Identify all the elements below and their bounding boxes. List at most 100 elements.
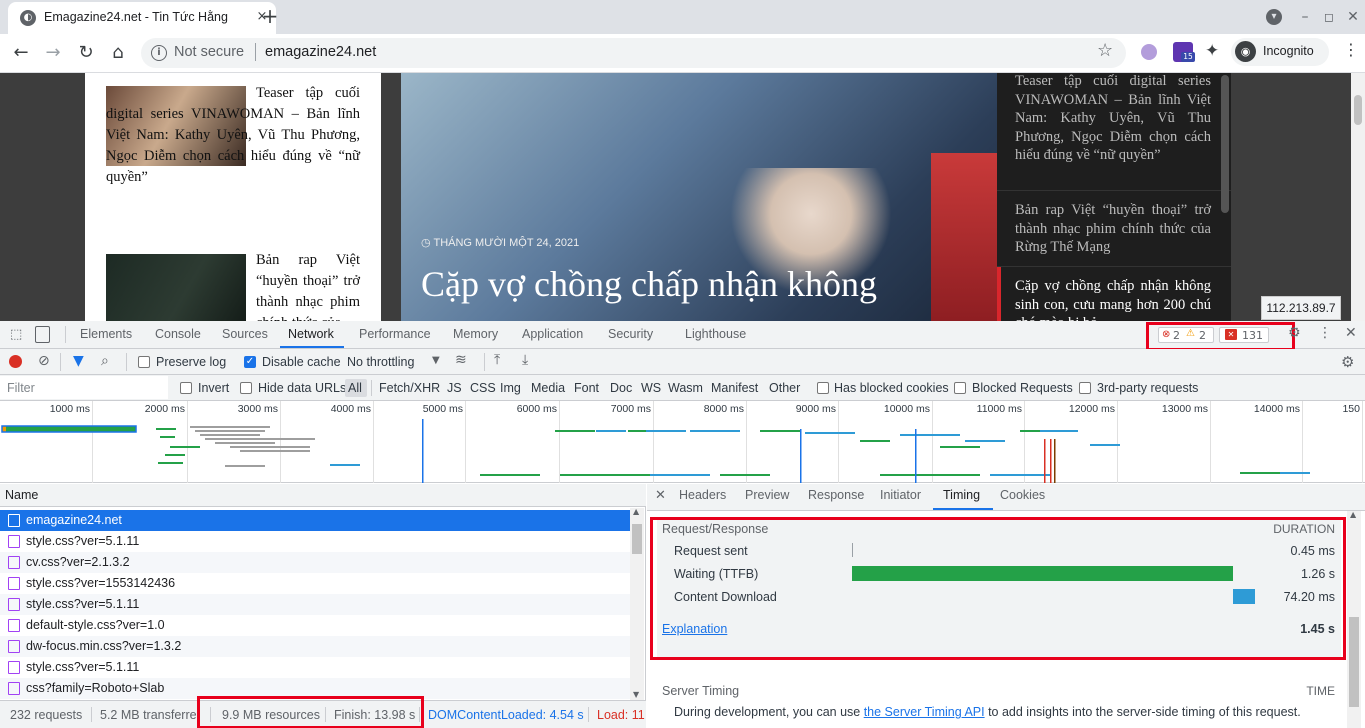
disable-cache-label[interactable]: Disable cache: [262, 355, 341, 369]
hero-title[interactable]: Cặp vợ chồng chấp nhận không: [421, 263, 981, 305]
filter-funnel-icon[interactable]: ▼: [73, 353, 84, 369]
address-bar[interactable]: i Not secure emagazine24.net ☆: [141, 38, 1126, 68]
filter-input[interactable]: Filter: [0, 376, 168, 399]
record-icon[interactable]: [9, 355, 22, 368]
type-filter-ws[interactable]: WS: [641, 381, 661, 395]
detail-tab-preview[interactable]: Preview: [745, 488, 789, 502]
hide-data-urls-label[interactable]: Hide data URLs: [258, 381, 346, 395]
hide-data-urls-checkbox[interactable]: [240, 382, 252, 394]
info-icon[interactable]: i: [151, 45, 167, 61]
side-article[interactable]: Bản rap Việt “huyền thoại” trở thành nhạ…: [1015, 201, 1211, 257]
page-scroll-thumb[interactable]: [1354, 95, 1362, 125]
url-text[interactable]: emagazine24.net: [265, 44, 376, 60]
type-filter-manifest[interactable]: Manifest: [711, 381, 758, 395]
import-har-icon[interactable]: ⤒: [494, 352, 500, 368]
request-row[interactable]: default-style.css?ver=1.0: [0, 615, 630, 636]
devtools-tab-memory[interactable]: Memory: [453, 327, 498, 341]
blocked-requests-checkbox[interactable]: [954, 382, 966, 394]
scroll-thumb[interactable]: [632, 524, 642, 554]
request-row[interactable]: style.css?ver=5.1.11: [0, 657, 630, 678]
name-column-header[interactable]: Name: [0, 484, 646, 507]
type-filter-js[interactable]: JS: [447, 381, 462, 395]
request-row[interactable]: cv.css?ver=2.1.3.2: [0, 552, 630, 573]
scroll-up-icon[interactable]: ▲: [1350, 510, 1356, 519]
invert-label[interactable]: Invert: [198, 381, 229, 395]
throttling-select[interactable]: No throttling: [347, 355, 414, 369]
side-scrollbar[interactable]: [1221, 75, 1229, 213]
type-filter-wasm[interactable]: Wasm: [668, 381, 703, 395]
detail-scrollbar[interactable]: ▲: [1347, 510, 1361, 728]
chevron-down-icon[interactable]: ▼: [432, 355, 440, 366]
close-devtools-icon[interactable]: ✕: [1345, 325, 1357, 341]
devtools-tab-console[interactable]: Console: [155, 327, 201, 341]
devtools-tab-sources[interactable]: Sources: [222, 327, 268, 341]
scroll-up-icon[interactable]: ▲: [633, 507, 639, 516]
home-icon[interactable]: ⌂: [105, 40, 131, 66]
detail-tab-cookies[interactable]: Cookies: [1000, 488, 1045, 502]
back-arrow-icon[interactable]: ←: [8, 40, 34, 66]
devtools-tab-performance[interactable]: Performance: [359, 327, 431, 341]
type-filter-all[interactable]: All: [348, 381, 362, 395]
request-row[interactable]: style.css?ver=5.1.11: [0, 531, 630, 552]
reload-icon[interactable]: ↻: [73, 40, 99, 66]
close-window-icon[interactable]: ✕: [1345, 9, 1361, 25]
scroll-thumb[interactable]: [1349, 617, 1359, 707]
type-filter-font[interactable]: Font: [574, 381, 599, 395]
request-row[interactable]: dw-focus.min.css?ver=1.3.2: [0, 636, 630, 657]
type-filter-other[interactable]: Other: [769, 381, 800, 395]
devtools-tab-lighthouse[interactable]: Lighthouse: [685, 327, 746, 341]
article-title[interactable]: Teaser tập cuối digital series VINAWOMAN…: [106, 83, 360, 188]
devtools-tab-elements[interactable]: Elements: [80, 327, 132, 341]
detail-tab-timing[interactable]: Timing: [943, 488, 980, 502]
network-conditions-icon[interactable]: ≋: [455, 352, 467, 368]
close-detail-icon[interactable]: ✕: [655, 488, 666, 503]
maximize-icon[interactable]: ◻: [1321, 9, 1337, 25]
devtools-tab-application[interactable]: Application: [522, 327, 583, 341]
errors-warnings-counter[interactable]: ⊗ 2 ⚠ 2: [1158, 327, 1214, 343]
devtools-tab-security[interactable]: Security: [608, 327, 653, 341]
hero-image[interactable]: ◷ THÁNG MƯỜI MỘT 24, 2021 Cặp vợ chồng c…: [401, 73, 997, 321]
request-list-scrollbar[interactable]: ▲ ▼: [630, 507, 644, 700]
timeline-overview[interactable]: 1000 ms 2000 ms 3000 ms 4000 ms 5000 ms 6000 …: [0, 401, 1365, 483]
export-har-icon[interactable]: ⤓: [522, 352, 528, 368]
device-toolbar-icon[interactable]: [35, 326, 50, 343]
incognito-chip[interactable]: ◉ Incognito: [1231, 38, 1329, 66]
side-article[interactable]: Teaser tập cuối digital series VINAWOMAN…: [1015, 72, 1211, 165]
request-row[interactable]: emagazine24.net: [0, 510, 630, 531]
tab-search-icon[interactable]: ▾: [1266, 9, 1282, 25]
network-settings-gear-icon[interactable]: ⚙: [1341, 353, 1354, 371]
menu-kebab-icon[interactable]: ⋮: [1343, 40, 1359, 59]
type-filter-media[interactable]: Media: [531, 381, 565, 395]
type-filter-img[interactable]: Img: [500, 381, 521, 395]
blocked-cookies-checkbox[interactable]: [817, 382, 829, 394]
detail-tab-initiator[interactable]: Initiator: [880, 488, 921, 502]
server-timing-api-link[interactable]: the Server Timing API: [864, 705, 985, 719]
preserve-log-checkbox[interactable]: [138, 356, 150, 368]
devtools-tab-network[interactable]: Network: [288, 327, 334, 341]
issues-counter[interactable]: ✕ 131: [1219, 327, 1269, 343]
search-icon[interactable]: ⌕: [101, 353, 109, 369]
extension-cube-icon[interactable]: 15: [1173, 42, 1195, 62]
third-party-label[interactable]: 3rd-party requests: [1097, 381, 1198, 395]
disable-cache-checkbox[interactable]: ✓: [244, 356, 256, 368]
bookmark-star-icon[interactable]: ☆: [1097, 40, 1113, 61]
browser-tab[interactable]: ◐ Emagazine24.net - Tin Tức Hằng ×: [8, 2, 276, 34]
preserve-log-label[interactable]: Preserve log: [156, 355, 226, 369]
clear-icon[interactable]: ⊘: [38, 353, 50, 369]
settings-gear-icon[interactable]: ⚙: [1288, 325, 1301, 341]
invert-checkbox[interactable]: [180, 382, 192, 394]
new-tab-button[interactable]: +: [259, 6, 281, 28]
blocked-requests-label[interactable]: Blocked Requests: [972, 381, 1073, 395]
request-row[interactable]: style.css?ver=1553142436: [0, 573, 630, 594]
third-party-checkbox[interactable]: [1079, 382, 1091, 394]
type-filter-css[interactable]: CSS: [470, 381, 496, 395]
puzzle-icon[interactable]: ✦: [1205, 41, 1219, 61]
type-filter-xhr[interactable]: Fetch/XHR: [379, 381, 440, 395]
detail-tab-response[interactable]: Response: [808, 488, 864, 502]
detail-tab-headers[interactable]: Headers: [679, 488, 726, 502]
request-row[interactable]: style.css?ver=5.1.11: [0, 594, 630, 615]
devtools-menu-icon[interactable]: ⋮: [1318, 325, 1332, 341]
extension-icon[interactable]: [1141, 44, 1157, 60]
minimize-icon[interactable]: –: [1297, 9, 1313, 25]
page-scrollbar[interactable]: [1351, 73, 1365, 321]
